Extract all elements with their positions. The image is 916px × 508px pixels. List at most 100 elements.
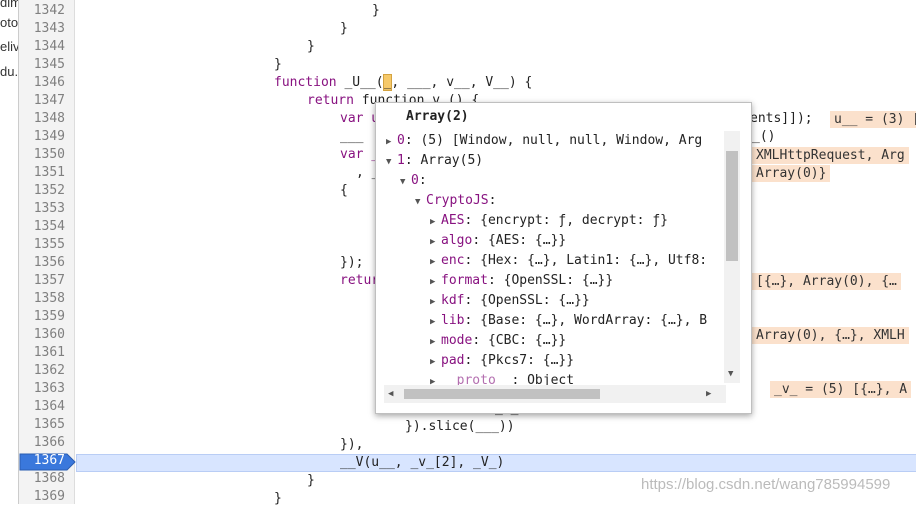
function-signature-start: _U__(	[336, 75, 384, 90]
horizontal-scroll-thumb[interactable]	[404, 389, 600, 399]
property-key: mode	[441, 333, 473, 348]
line-number[interactable]: 1364	[19, 398, 65, 416]
property-value: : {Pkcs7: {…}}	[464, 353, 575, 368]
line-number[interactable]: 1350	[19, 146, 65, 164]
tree-row[interactable]: ▶ kdf: {OpenSSL: {…}}	[430, 291, 590, 312]
tree-row[interactable]: ▶ format: {OpenSSL: {…}}	[430, 271, 613, 292]
property-key: algo	[441, 233, 473, 248]
tree-row[interactable]: ▼ 0:	[400, 171, 427, 192]
tree-row[interactable]: ▶ 0: (5) [Window, null, null, Window, Arg	[386, 131, 702, 152]
tree-row[interactable]: ▶ algo: {AES: {…}}	[430, 231, 566, 252]
side-snippet: dim	[0, 0, 19, 10]
expand-triangle-icon[interactable]: ▶	[386, 132, 397, 152]
code-line-1368: }	[307, 473, 315, 488]
line-number[interactable]: 1343	[19, 20, 65, 38]
expand-triangle-icon[interactable]: ▶	[430, 232, 441, 252]
line-number[interactable]: 1351	[19, 164, 65, 182]
property-key: lib	[441, 313, 465, 328]
line-number[interactable]: 1353	[19, 200, 65, 218]
collapse-triangle-icon[interactable]: ▼	[415, 192, 426, 212]
expand-triangle-icon[interactable]: ▶	[430, 352, 441, 372]
expand-triangle-icon[interactable]: ▶	[430, 272, 441, 292]
line-number[interactable]: 1357	[19, 272, 65, 290]
line-number[interactable]: 1346	[19, 74, 65, 92]
line-number[interactable]: 1354	[19, 218, 65, 236]
tree-row[interactable]: ▶ pad: {Pkcs7: {…}}	[430, 351, 574, 372]
code-line-1352: {	[340, 183, 348, 198]
expand-triangle-icon[interactable]: ▶	[430, 212, 441, 232]
property-key: kdf	[441, 293, 465, 308]
scroll-right-arrow-icon[interactable]: ▶	[706, 389, 711, 399]
tree-row[interactable]: ▼ CryptoJS:	[415, 191, 496, 212]
property-key: enc	[441, 253, 465, 268]
line-number[interactable]: 1368	[19, 470, 65, 488]
inline-value-badge: XMLHttpRequest, Arg	[752, 147, 909, 164]
function-signature-end: , ___, v__, V__) {	[391, 75, 533, 90]
scroll-left-arrow-icon[interactable]: ◀	[388, 389, 393, 399]
line-number[interactable]: 1360	[19, 326, 65, 344]
property-key: AES	[441, 213, 465, 228]
property-key: pad	[441, 353, 465, 368]
property-value: : {CBC: {…}}	[472, 333, 567, 348]
property-key: 0	[397, 133, 405, 148]
property-value: : {encrypt: ƒ, decrypt: ƒ}	[464, 213, 668, 228]
inline-value-badge: Array(0), {…}, XMLH	[752, 327, 909, 344]
scroll-down-arrow-icon[interactable]: ▼	[728, 369, 733, 379]
side-snippet: du.	[0, 64, 19, 79]
vertical-scroll-thumb[interactable]	[726, 151, 738, 261]
return-keyword: return	[307, 93, 354, 108]
inline-value-badge: _v_ = (5) [{…}, A	[770, 381, 912, 398]
code-line-1348: var u	[340, 110, 379, 128]
expand-triangle-icon[interactable]: ▶	[430, 292, 441, 312]
code-line-1367: __V(u__, _v_[2], _V_)	[340, 455, 505, 470]
tree-row[interactable]: ▼ 1: Array(5)	[386, 151, 483, 172]
collapse-triangle-icon[interactable]: ▼	[386, 152, 397, 172]
line-number[interactable]: 1363	[19, 380, 65, 398]
collapse-triangle-icon[interactable]: ▼	[400, 172, 411, 192]
line-number[interactable]: 1362	[19, 362, 65, 380]
property-value: : {Hex: {…}, Latin1: {…}, Utf8:	[464, 253, 708, 268]
inline-value-badge: [{…}, Array(0), {…	[752, 273, 901, 290]
property-value: : {Base: {…}, WordArray: {…}, B	[464, 313, 708, 328]
line-number[interactable]: 1355	[19, 236, 65, 254]
line-number[interactable]: 1356	[19, 254, 65, 272]
popover-title: Array(2)	[406, 109, 469, 124]
property-value: :	[418, 173, 427, 188]
line-number[interactable]: 1347	[19, 92, 65, 110]
var-statement: var _	[340, 147, 380, 162]
line-number[interactable]: 1342	[19, 2, 65, 20]
tree-row[interactable]: ▶ mode: {CBC: {…}}	[430, 331, 566, 352]
tree-row[interactable]: ▶ AES: {encrypt: ƒ, decrypt: ƒ}	[430, 211, 668, 232]
side-panel-strip: dim oto eliv du.	[0, 0, 19, 504]
line-number[interactable]: 1361	[19, 344, 65, 362]
side-snippet: eliv	[0, 39, 19, 54]
line-number[interactable]: 1359	[19, 308, 65, 326]
line-number[interactable]: 1365	[19, 416, 65, 434]
inline-value-badge: u__ = (3) [	[830, 111, 916, 128]
expand-triangle-icon[interactable]: ▶	[430, 252, 441, 272]
line-number[interactable]: 1349	[19, 128, 65, 146]
property-value: : Array(5)	[404, 153, 484, 168]
expand-triangle-icon[interactable]: ▶	[430, 312, 441, 332]
code-line-1365: }).slice(___))	[405, 419, 515, 434]
property-value: : (5) [Window, null, null, Window, Arg	[404, 133, 703, 148]
line-number[interactable]: 1344	[19, 38, 65, 56]
function-keyword: function	[274, 75, 337, 90]
code-line-1366: }),	[340, 437, 364, 452]
line-number[interactable]: 1348	[19, 110, 65, 128]
variable-inspector-popover[interactable]: Array(2) ▶ 0: (5) [Window, null, null, Wi…	[375, 102, 752, 414]
expand-triangle-icon[interactable]: ▶	[430, 332, 441, 352]
line-number[interactable]: 1366	[19, 434, 65, 452]
code-fragment: _()	[752, 129, 776, 144]
line-number[interactable]: 1369	[19, 488, 65, 506]
line-number[interactable]: 1345	[19, 56, 65, 74]
line-number[interactable]: 1352	[19, 182, 65, 200]
tree-row[interactable]: ▶ enc: {Hex: {…}, Latin1: {…}, Utf8:	[430, 251, 707, 272]
code-fragment: ents]]);	[750, 111, 813, 126]
code-line-1357: retur	[340, 272, 379, 290]
code-line-1356: });	[340, 255, 364, 270]
line-number[interactable]: 1367	[19, 452, 65, 470]
property-key: 0	[411, 173, 419, 188]
tree-row[interactable]: ▶ lib: {Base: {…}, WordArray: {…}, B	[430, 311, 707, 332]
line-number[interactable]: 1358	[19, 290, 65, 308]
